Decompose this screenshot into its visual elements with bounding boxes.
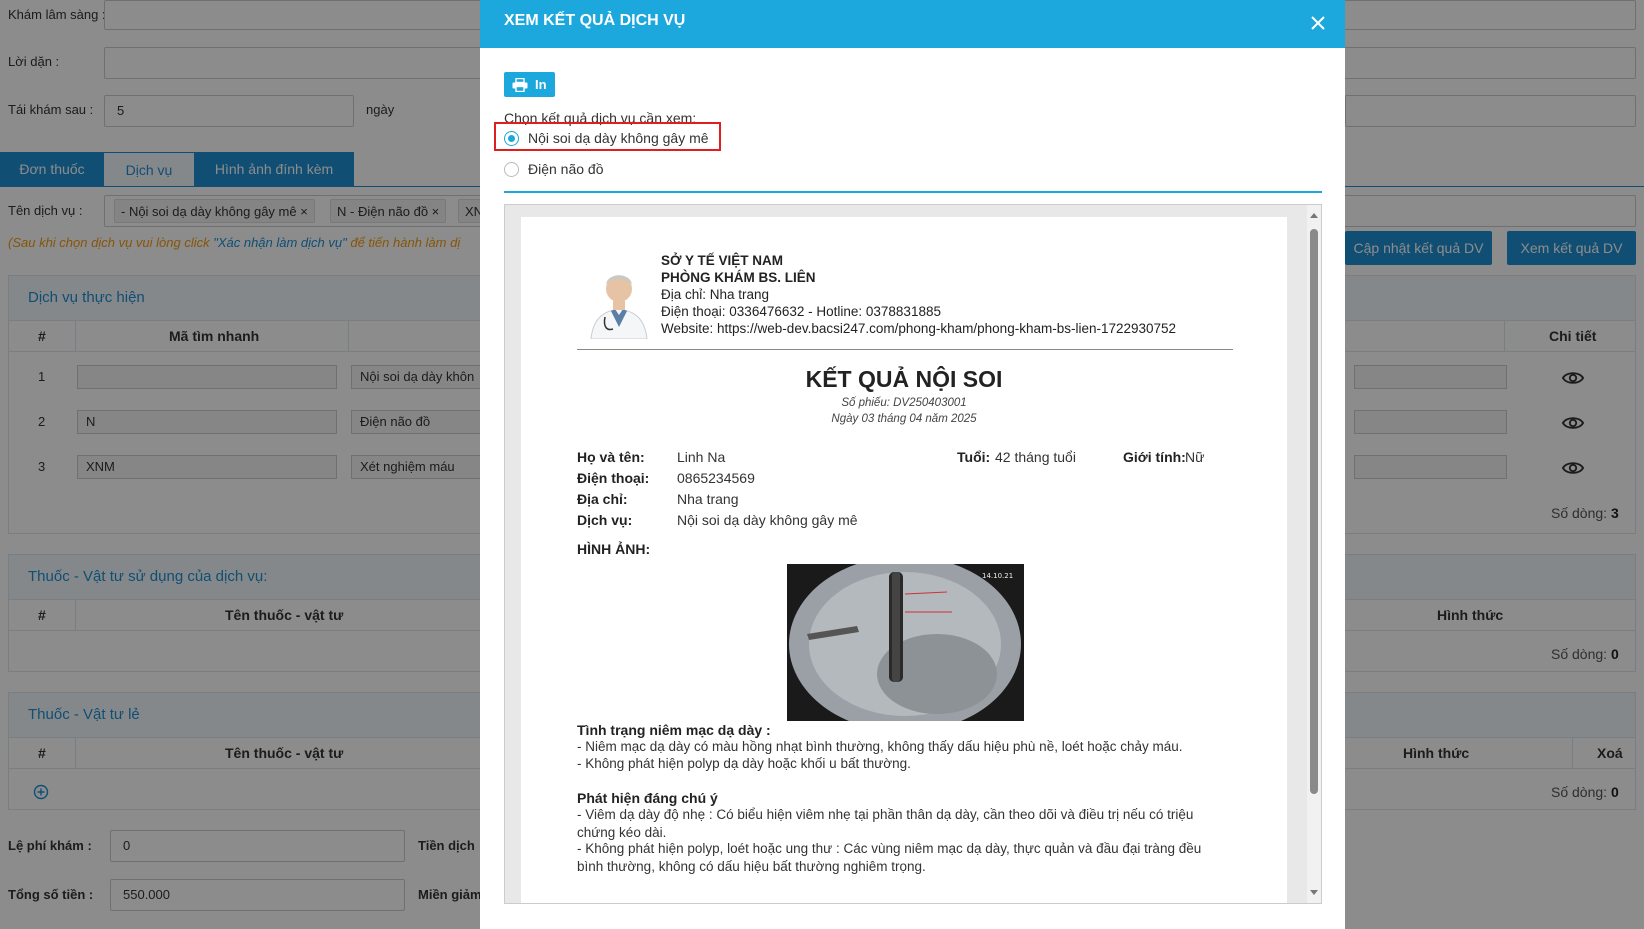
doctor-avatar-image <box>587 257 651 339</box>
gender-value: Nữ <box>1185 449 1205 465</box>
print-button[interactable]: In <box>504 72 555 97</box>
section2-line: - Không phát hiện polyp, loét hoặc ung t… <box>577 841 1202 874</box>
images-label: HÌNH ẢNH: <box>577 541 651 557</box>
section1-line: - Không phát hiện polyp dạ dày hoặc khối… <box>577 756 911 771</box>
service-value: Nội soi dạ dày không gây mê <box>677 512 858 528</box>
service-result-modal: XEM KẾT QUẢ DỊCH VỤ In Chọn kết quả dịch… <box>480 0 1345 929</box>
address-value: Nha trang <box>677 491 739 507</box>
section2-line: - Viêm dạ dày độ nhẹ : Có biểu hiện viêm… <box>577 807 1194 840</box>
age-value: 42 tháng tuổi <box>995 449 1076 465</box>
radio-option-label[interactable]: Điện não đồ <box>528 161 604 177</box>
printer-icon <box>512 78 528 92</box>
xray-date: 14.10.21 <box>982 572 1013 580</box>
clinic-address: Địa chỉ: Nha trang <box>661 287 770 302</box>
report-date: Ngày 03 tháng 04 năm 2025 <box>831 413 977 425</box>
ticket-number: Số phiếu: DV250403001 <box>841 397 967 409</box>
report-viewer[interactable]: SỞ Y TẾ VIỆT NAM PHÒNG KHÁM BS. LIÊN Địa… <box>504 204 1322 904</box>
endoscopy-xray-image: 14.10.21 <box>787 564 1024 721</box>
address-label: Địa chỉ: <box>577 491 628 507</box>
clinic-phone: Điện thoại: 0336476632 - Hotline: 037883… <box>661 304 941 319</box>
gender-label: Giới tính: <box>1123 449 1186 465</box>
section2-title: Phát hiện đáng chú ý <box>577 790 718 806</box>
org-name: SỞ Y TẾ VIỆT NAM <box>661 253 784 268</box>
clinic-name: PHÒNG KHÁM BS. LIÊN <box>661 270 816 285</box>
scroll-up-icon[interactable] <box>1310 213 1318 218</box>
close-icon[interactable] <box>1309 14 1327 32</box>
phone-value: 0865234569 <box>677 470 755 486</box>
name-value: Linh Na <box>677 449 726 465</box>
phone-label: Điện thoại: <box>577 470 650 486</box>
service-label: Dịch vụ: <box>577 512 633 528</box>
name-label: Họ và tên: <box>577 449 645 465</box>
print-label: In <box>535 77 547 92</box>
modal-header: XEM KẾT QUẢ DỊCH VỤ <box>480 0 1345 48</box>
section1-title: Tình trạng niêm mạc dạ dày : <box>577 722 771 738</box>
report-page: SỞ Y TẾ VIỆT NAM PHÒNG KHÁM BS. LIÊN Địa… <box>521 217 1287 903</box>
radio-option[interactable] <box>504 162 519 177</box>
clinic-website: Website: https://web-dev.bacsi247.com/ph… <box>661 321 1177 336</box>
report-scrollbar[interactable] <box>1307 205 1321 903</box>
age-label: Tuổi: <box>957 449 991 465</box>
radio-option-selected[interactable] <box>504 131 519 146</box>
section1-line: - Niêm mạc dạ dày có màu hồng nhạt bình … <box>577 739 1183 754</box>
header-divider <box>577 349 1233 350</box>
report-title: KẾT QUẢ NỘI SOI <box>805 366 1003 392</box>
radio-option-label[interactable]: Nội soi dạ dày không gây mê <box>528 130 709 146</box>
modal-title: XEM KẾT QUẢ DỊCH VỤ <box>504 12 686 29</box>
scroll-down-icon[interactable] <box>1310 890 1318 895</box>
scroll-thumb[interactable] <box>1310 229 1318 794</box>
separator <box>504 191 1322 193</box>
